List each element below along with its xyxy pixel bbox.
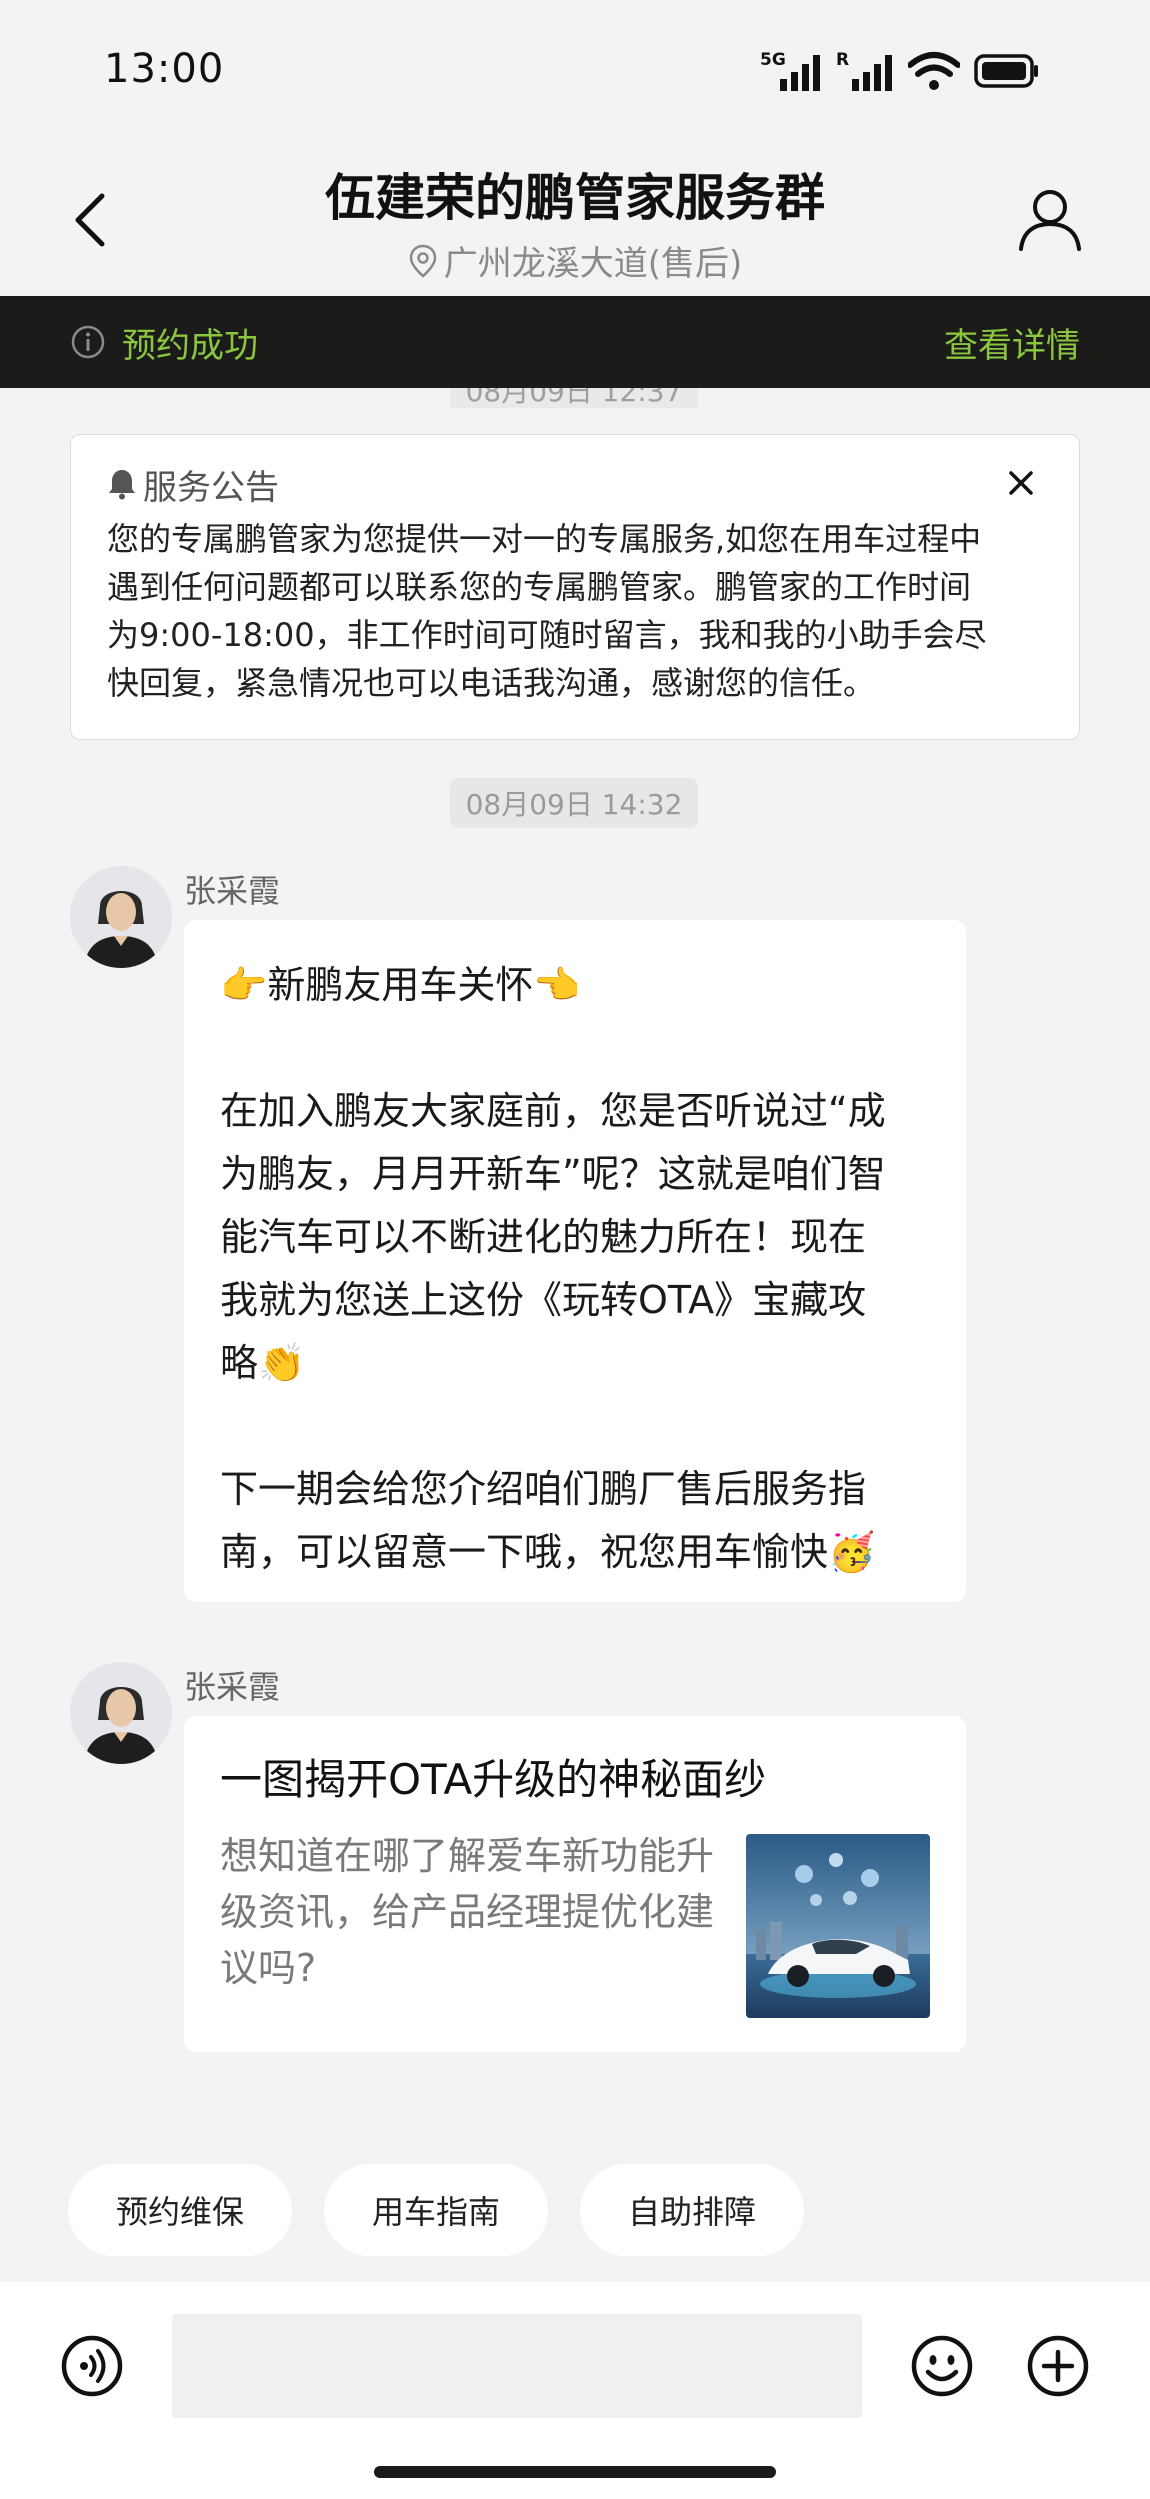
message-timestamp: 08月09日 14:32: [450, 778, 698, 828]
announcement-line: 您的专属鹏管家为您提供一对一的专属服务,如您在用车过程中: [107, 520, 982, 558]
person-icon: [1019, 190, 1081, 251]
announcement-body: 您的专属鹏管家为您提供一对一的专属服务,如您在用车过程中 遇到任何问题都可以联系…: [107, 515, 1043, 707]
announcement-line: 快回复，紧急情况也可以电话我沟通，感谢您的信任。: [107, 664, 876, 702]
message-line: 在加入鹏友大家庭前，您是否听说过“成: [220, 1089, 886, 1133]
bell-icon: [109, 470, 135, 500]
message-line: 能汽车可以不断进化的魅力所在！现在: [220, 1215, 867, 1259]
article-card[interactable]: 一图揭开OTA升级的神秘面纱 想知道在哪了解爱车新功能升级资讯，给产品经理提优化…: [184, 1716, 966, 2052]
message-line: 南，可以留意一下哦，祝您用车愉快🥳: [220, 1530, 876, 1574]
appointment-banner: 预约成功 查看详情: [0, 296, 1150, 388]
timestamp-partial-text: 08月09日 12:37: [450, 388, 698, 408]
quick-action-maintenance[interactable]: 预约维保: [68, 2164, 293, 2256]
voice-button[interactable]: [60, 2334, 124, 2398]
article-thumbnail: [746, 1834, 930, 2018]
article-description: 想知道在哪了解爱车新功能升级资讯，给产品经理提优化建议吗?: [220, 1834, 715, 1990]
announcement-title: 服务公告: [143, 467, 279, 508]
status-bar: 13:00 5G R: [0, 0, 1150, 140]
message-line: 略👏: [220, 1341, 306, 1385]
timestamp-partial: 08月09日 12:37: [450, 388, 698, 408]
announcement-line: 为9:00-18:00，非工作时间可随时留言，我和我的小助手会尽: [107, 616, 987, 654]
plus-circle-icon: [1027, 2335, 1089, 2397]
more-button[interactable]: [1026, 2334, 1090, 2398]
info-icon: [71, 325, 105, 359]
close-announcement-button[interactable]: [999, 461, 1043, 505]
message-input[interactable]: [172, 2314, 862, 2418]
battery-icon: [974, 54, 1038, 88]
message-line: 我就为您送上这份《玩转OTA》宝藏攻: [220, 1278, 867, 1322]
sender-name: 张采霞: [184, 1668, 281, 1706]
cellular-roaming-icon: R: [836, 50, 892, 91]
avatar-image: [70, 866, 172, 968]
avatar[interactable]: [70, 866, 172, 968]
car-thumbnail-image: [746, 1834, 930, 2018]
quick-actions: 预约维保 用车指南 自助排障: [68, 2164, 805, 2256]
location-pin-icon: [409, 244, 436, 278]
service-announcement: 服务公告 您的专属鹏管家为您提供一对一的专属服务,如您在用车过程中 遇到任何问题…: [70, 434, 1080, 740]
location-text: 广州龙溪大道(售后): [443, 244, 743, 284]
signal2-label: R: [836, 50, 849, 70]
view-details-link[interactable]: 查看详情: [944, 318, 1080, 367]
status-time: 13:00: [104, 46, 225, 92]
quick-action-guide[interactable]: 用车指南: [324, 2164, 549, 2256]
signal1-label: 5G: [760, 50, 786, 70]
message-line: 👉新鹏友用车关怀👈: [220, 963, 581, 1007]
message-line: 为鹏友，月月开新车”呢？这就是咱们智: [220, 1152, 886, 1196]
sender-name: 张采霞: [184, 872, 281, 910]
message-line: [220, 1395, 930, 1458]
emoji-button[interactable]: [910, 2334, 974, 2398]
close-icon: [1009, 471, 1033, 495]
quick-action-troubleshoot[interactable]: 自助排障: [580, 2164, 805, 2256]
avatar-image: [70, 1662, 172, 1764]
article-title: 一图揭开OTA升级的神秘面纱: [220, 1755, 767, 1804]
message-bubble[interactable]: 👉新鹏友用车关怀👈 在加入鹏友大家庭前，您是否听说过“成 为鹏友，月月开新车”呢…: [184, 920, 966, 1602]
voice-icon: [61, 2335, 123, 2397]
message-line: 下一期会给您介绍咱们鹏厂售后服务指: [220, 1467, 867, 1511]
message-line: [220, 1017, 930, 1080]
emoji-icon: [911, 2335, 973, 2397]
appointment-status: 预约成功: [122, 325, 258, 366]
wifi-icon: [908, 52, 960, 90]
avatar[interactable]: [70, 1662, 172, 1764]
home-indicator[interactable]: [374, 2466, 776, 2478]
chat-header: 伍建荣的鹏管家服务群 广州龙溪大道(售后): [0, 140, 1150, 296]
group-location: 广州龙溪大道(售后): [0, 236, 1150, 285]
group-title: 伍建荣的鹏管家服务群: [325, 169, 825, 227]
group-members-button[interactable]: [1010, 180, 1090, 260]
cellular-5g-icon: 5G: [760, 50, 820, 91]
announcement-line: 遇到任何问题都可以联系您的专属鹏管家。鹏管家的工作时间: [107, 568, 972, 606]
status-icons: 5G R: [760, 46, 1040, 96]
